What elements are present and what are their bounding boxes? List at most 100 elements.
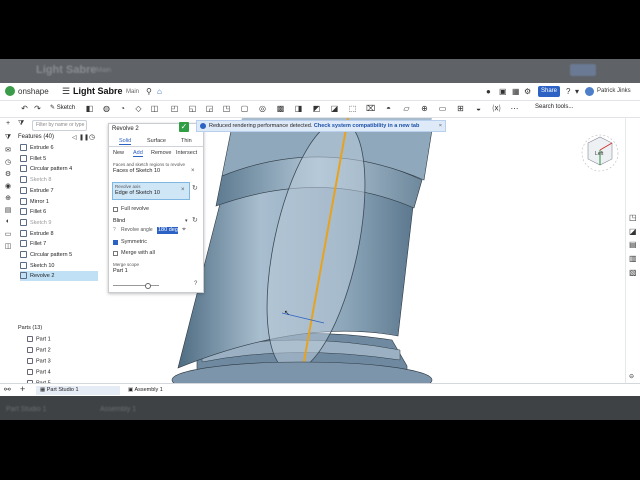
modify-fillet-icon[interactable]: ◓: [384, 104, 393, 113]
mirror-icon[interactable]: ◨: [294, 104, 303, 113]
feature-item[interactable]: Sketch 10: [20, 261, 98, 271]
share-button[interactable]: Share: [538, 86, 560, 97]
sheet-metal-icon[interactable]: ▭: [438, 104, 447, 113]
appearance-icon[interactable]: ◐: [4, 218, 12, 225]
help-icon[interactable]: ?: [566, 87, 570, 96]
tab-assembly[interactable]: ▣ Assembly 1: [124, 386, 204, 395]
mate-connector-icon[interactable]: ⊕: [420, 104, 429, 113]
part-item[interactable]: Part 4: [27, 368, 51, 375]
axis-field[interactable]: Revolve axis Edge of Sketch 10 ×: [112, 182, 190, 200]
notifications-icon[interactable]: ●: [486, 87, 491, 96]
appstore-icon[interactable]: ▦: [512, 87, 520, 96]
help-icon[interactable]: ?: [194, 281, 197, 287]
render-icon[interactable]: ◪: [629, 227, 637, 236]
feature-item[interactable]: Fillet 7: [20, 239, 98, 249]
user-name[interactable]: Patrick Jinks: [597, 88, 631, 94]
split-icon[interactable]: ◪: [330, 104, 339, 113]
plane-icon[interactable]: ▱: [402, 104, 411, 113]
close-icon[interactable]: ×: [181, 187, 185, 193]
chevron-down-icon[interactable]: ▾: [185, 218, 188, 224]
measure-angle-icon[interactable]: ⌖: [182, 226, 186, 234]
comments-icon[interactable]: ✉: [4, 146, 12, 154]
faces-field[interactable]: Faces of Sketch 10: [113, 168, 160, 174]
angle-input[interactable]: 180 deg: [157, 227, 178, 234]
transform-icon[interactable]: ⬚: [348, 104, 357, 113]
delete-part-icon[interactable]: ⌧: [366, 104, 375, 113]
question-icon[interactable]: ?: [113, 227, 116, 233]
shell-icon[interactable]: ▢: [240, 104, 249, 113]
feature-item[interactable]: Sketch 8: [20, 175, 98, 185]
fillet-icon[interactable]: ◰: [170, 104, 179, 113]
part-item[interactable]: Part 3: [27, 357, 51, 364]
filter-list-icon[interactable]: ⧩: [18, 120, 24, 128]
op-add[interactable]: Add: [133, 150, 143, 157]
draft-icon[interactable]: ◲: [205, 104, 214, 113]
tab-manager-icon[interactable]: ⚯: [4, 385, 11, 394]
merge-scope-field[interactable]: Part 1: [113, 268, 128, 274]
feature-item[interactable]: Extrude 7: [20, 186, 98, 196]
view-cube[interactable]: Left: [578, 128, 622, 178]
feature-item[interactable]: Circular pattern 4: [20, 164, 98, 174]
settings-icon[interactable]: ⚙: [524, 87, 531, 96]
chevron-down-icon[interactable]: ▾: [575, 87, 579, 96]
measure-panel-icon[interactable]: ▤: [629, 240, 637, 249]
feature-item[interactable]: Fillet 6: [20, 207, 98, 217]
graduation-icon[interactable]: ⌂: [157, 87, 162, 96]
flip-icon[interactable]: ↻: [192, 184, 198, 192]
pattern-icon[interactable]: ▩: [276, 104, 285, 113]
tab-thin[interactable]: Thin: [181, 138, 192, 144]
chamfer-icon[interactable]: ◱: [188, 104, 197, 113]
feature-item[interactable]: Circular pattern 5: [20, 250, 98, 260]
filter-icon[interactable]: ⧩: [4, 134, 12, 142]
boolean-icon[interactable]: ◩: [312, 104, 321, 113]
op-intersect[interactable]: Intersect: [176, 150, 197, 156]
feature-item[interactable]: Extrude 8: [20, 229, 98, 239]
loft-icon[interactable]: ◇: [134, 104, 143, 113]
variables-icon[interactable]: ⊕: [4, 194, 12, 202]
feature-item[interactable]: Fillet 5: [20, 154, 98, 164]
appearance-panel-icon[interactable]: ◳: [629, 213, 637, 222]
surface-icon[interactable]: ◒: [474, 104, 483, 113]
redo-icon[interactable]: ↷: [33, 104, 42, 113]
compatibility-link[interactable]: Check system compatibility in a new tab: [314, 123, 419, 129]
avatar[interactable]: [585, 87, 594, 96]
measure-icon[interactable]: ▤: [4, 206, 12, 214]
zoom-icon[interactable]: ⊖: [629, 373, 634, 380]
explode-icon[interactable]: ◫: [4, 242, 12, 250]
plus-icon[interactable]: +: [4, 120, 12, 127]
rib-icon[interactable]: ◳: [222, 104, 231, 113]
pause-icon[interactable]: ❚❚: [79, 134, 89, 141]
full-revolve-checkbox[interactable]: [113, 207, 118, 212]
feature-item[interactable]: Sketch 9: [20, 218, 98, 228]
mass-properties-icon[interactable]: ▥: [629, 254, 637, 263]
document-title[interactable]: Light Sabre: [73, 86, 123, 96]
revolve-icon[interactable]: ◍: [102, 104, 111, 113]
op-remove[interactable]: Remove: [151, 150, 171, 156]
end-type-select[interactable]: Blind: [113, 218, 125, 224]
reverse-direction-icon[interactable]: ↻: [192, 216, 198, 224]
tab-part-studio[interactable]: ▦ Part Studio 1: [36, 386, 120, 395]
feature-item[interactable]: Extrude 6: [20, 143, 98, 153]
more-tools-icon[interactable]: ⋯: [510, 104, 519, 113]
variable-icon[interactable]: ⒳: [492, 104, 501, 113]
clock-icon[interactable]: ◷: [4, 158, 12, 166]
slider-knob[interactable]: [145, 283, 151, 289]
preview-slider[interactable]: [113, 285, 159, 286]
rollback-icon[interactable]: ◁: [72, 134, 77, 141]
menu-icon[interactable]: ☰: [62, 86, 70, 97]
feature-item[interactable]: Revolve 2: [20, 271, 98, 282]
parts-icon[interactable]: ◉: [4, 182, 12, 190]
notes-icon[interactable]: ▭: [4, 230, 12, 238]
hole-icon[interactable]: ◎: [258, 104, 267, 113]
part-item[interactable]: Part 1: [27, 336, 51, 342]
filter-input[interactable]: Filter by name or type: [32, 120, 87, 131]
tab-surface[interactable]: Surface: [147, 138, 166, 144]
close-icon[interactable]: ×: [439, 121, 442, 131]
merge-all-checkbox[interactable]: [113, 251, 118, 256]
close-icon[interactable]: ×: [191, 168, 195, 174]
cart-icon[interactable]: ▣: [499, 87, 507, 96]
feature-item[interactable]: Mirror 1: [20, 197, 98, 207]
tab-solid[interactable]: Solid: [119, 138, 132, 145]
link-icon[interactable]: ⚲: [146, 87, 152, 96]
undo-icon[interactable]: ↶: [20, 104, 29, 113]
